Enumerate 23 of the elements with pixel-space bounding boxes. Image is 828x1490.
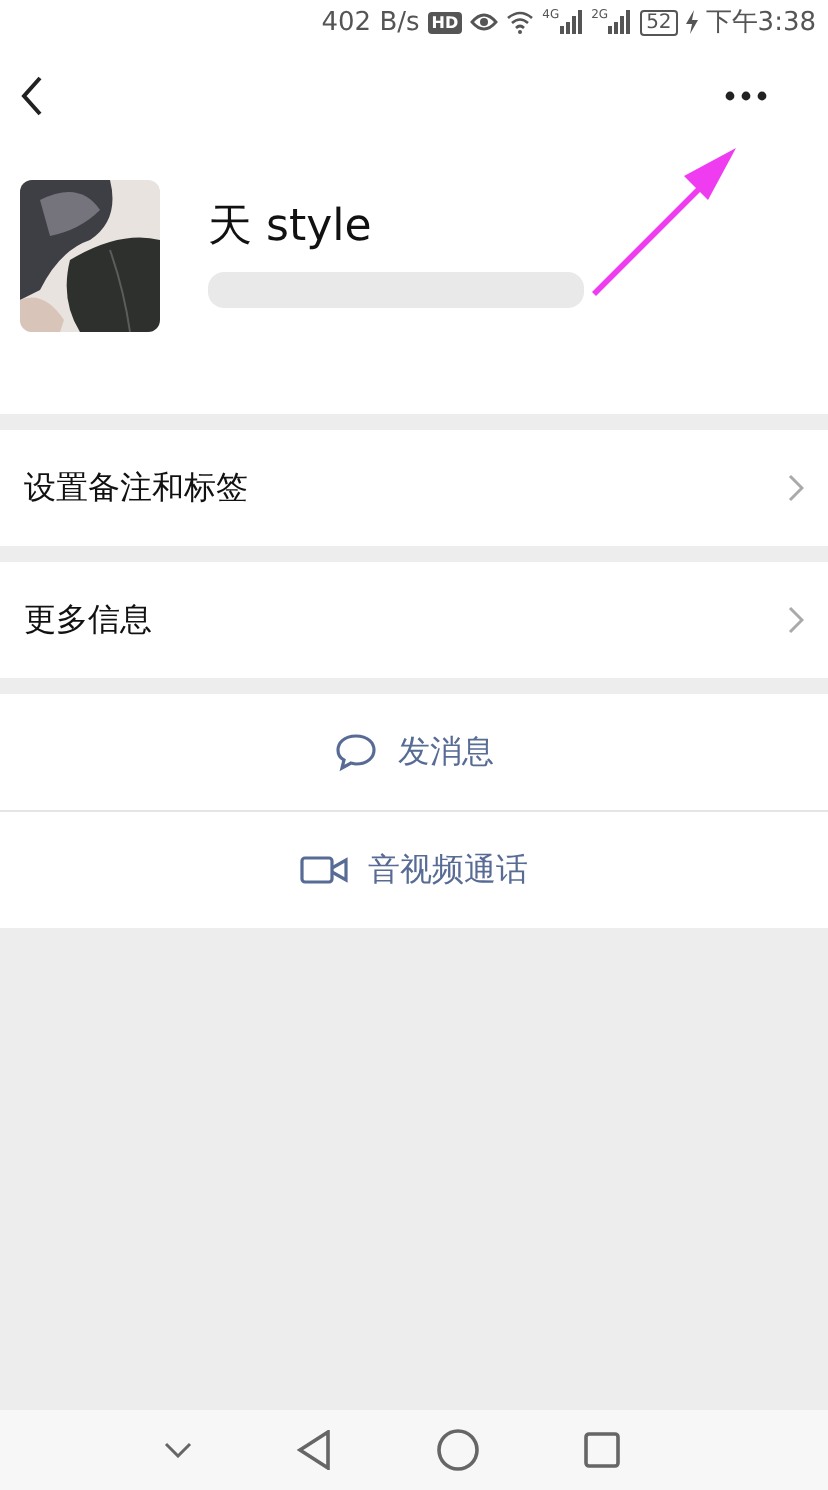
chat-bubble-icon: [334, 732, 378, 772]
menu-row[interactable]: 更多信息: [0, 562, 828, 678]
action-button[interactable]: 音视频通话: [0, 812, 828, 928]
video-camera-icon: [300, 854, 348, 886]
home-icon[interactable]: [436, 1428, 480, 1472]
chevron-icon: [788, 606, 804, 634]
eye-icon: [470, 10, 499, 34]
chevron-down-icon[interactable]: [164, 1442, 192, 1458]
action-button[interactable]: 发消息: [0, 694, 828, 810]
back-icon[interactable]: [20, 76, 44, 116]
hd-badge: HD: [427, 11, 463, 33]
recents-icon[interactable]: [584, 1432, 620, 1468]
chevron-icon: [788, 474, 804, 502]
battery-level: 52: [640, 9, 678, 35]
more-icon[interactable]: [724, 90, 768, 102]
clock: 下午3:38: [705, 6, 816, 40]
wifi-icon: [506, 10, 535, 34]
signal-icon: [559, 10, 584, 34]
charging-icon: [685, 10, 698, 34]
contact-name: 天 style: [208, 200, 374, 256]
signal-icon: [608, 10, 633, 34]
menu-row[interactable]: 设置备注和标签: [0, 430, 828, 546]
network-speed: 402 B/s: [321, 7, 420, 37]
